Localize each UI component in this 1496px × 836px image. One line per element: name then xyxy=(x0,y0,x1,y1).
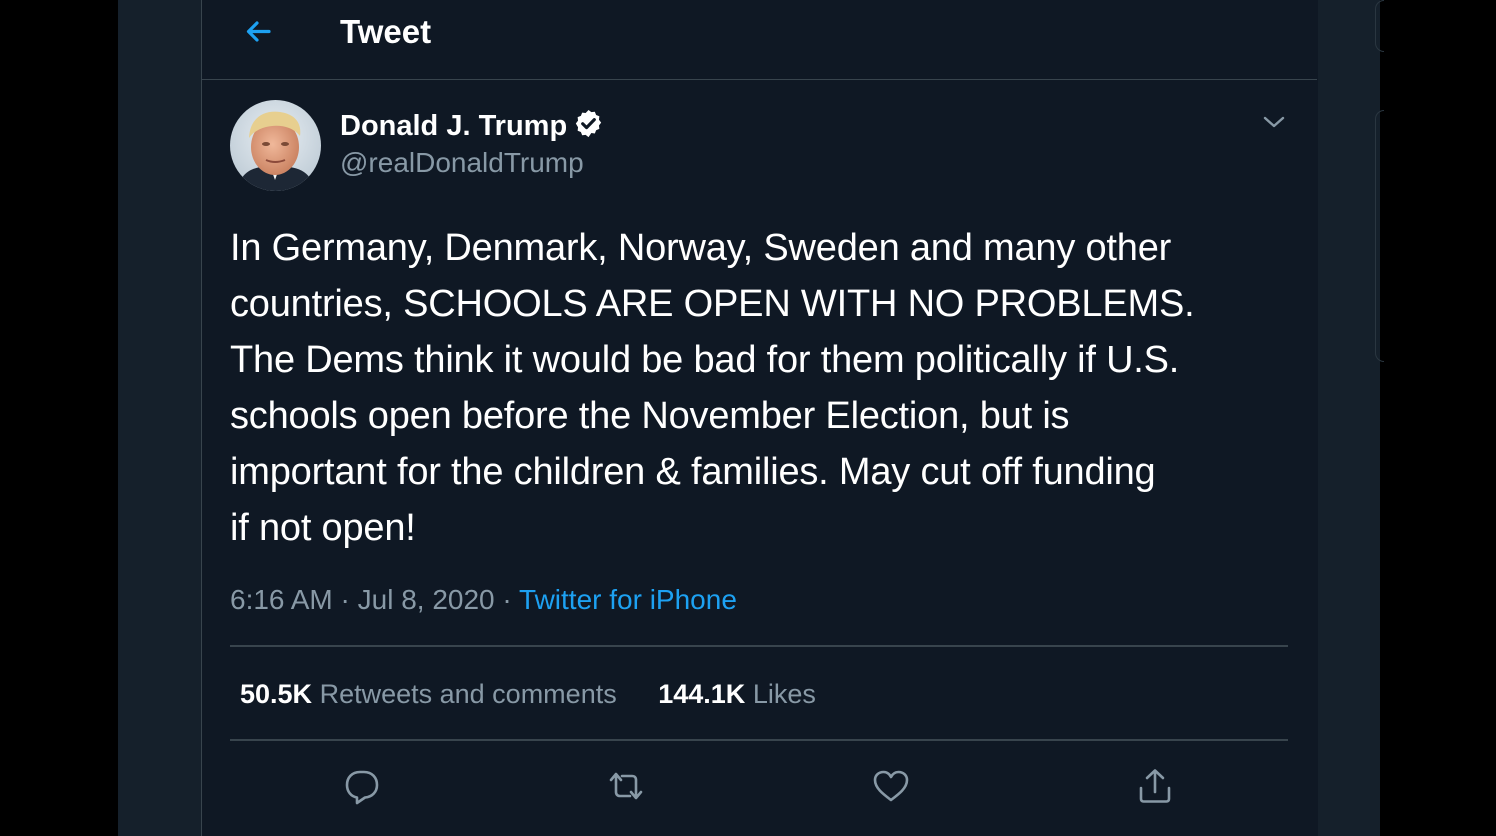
screen: Tweet Donald J. Trump @realDonaldTrump I… xyxy=(0,0,1496,836)
display-name[interactable]: Donald J. Trump xyxy=(340,108,567,144)
divider xyxy=(230,739,1288,741)
reply-icon xyxy=(340,764,384,808)
page-header: Tweet xyxy=(201,0,1317,80)
chevron-down-icon xyxy=(1258,116,1290,142)
likes-count: 144.1K xyxy=(658,679,746,709)
arrow-left-icon xyxy=(239,12,279,52)
avatar[interactable] xyxy=(230,100,321,191)
tweet-stats: 50.5K Retweets and comments 144.1K Likes xyxy=(240,674,850,714)
retweet-icon xyxy=(604,764,648,808)
verified-badge-icon xyxy=(573,108,604,144)
like-button[interactable] xyxy=(869,764,913,808)
tweet-actions xyxy=(230,760,1288,820)
page-title: Tweet xyxy=(340,13,432,50)
share-button[interactable] xyxy=(1133,764,1177,808)
retweets-count: 50.5K xyxy=(240,679,313,709)
tweet-meta: 6:16 AM · Jul 8, 2020 · Twitter for iPho… xyxy=(230,580,737,620)
meta-separator: · xyxy=(502,584,512,615)
side-panel-edge xyxy=(1375,0,1384,52)
divider xyxy=(230,645,1288,647)
tweet-time[interactable]: 6:16 AM xyxy=(230,584,333,615)
more-options-button[interactable] xyxy=(1258,106,1290,138)
retweets-stat[interactable]: 50.5K Retweets and comments xyxy=(240,674,617,714)
likes-stat[interactable]: 144.1K Likes xyxy=(658,674,816,714)
meta-separator: · xyxy=(340,584,350,615)
share-icon xyxy=(1133,764,1177,808)
like-icon xyxy=(869,764,913,808)
tweet-date[interactable]: Jul 8, 2020 xyxy=(358,584,495,615)
author-handle[interactable]: @realDonaldTrump xyxy=(340,145,584,181)
back-button[interactable] xyxy=(239,12,279,52)
tweet-text: In Germany, Denmark, Norway, Sweden and … xyxy=(230,227,1195,549)
author-name-row[interactable]: Donald J. Trump xyxy=(340,108,604,144)
likes-label: Likes xyxy=(752,679,816,709)
retweet-button[interactable] xyxy=(604,764,648,808)
right-strip xyxy=(1318,0,1380,836)
side-panel-edge xyxy=(1375,110,1384,362)
retweets-label: Retweets and comments xyxy=(319,679,617,709)
reply-button[interactable] xyxy=(340,764,384,808)
tweet-source-link[interactable]: Twitter for iPhone xyxy=(519,584,737,615)
